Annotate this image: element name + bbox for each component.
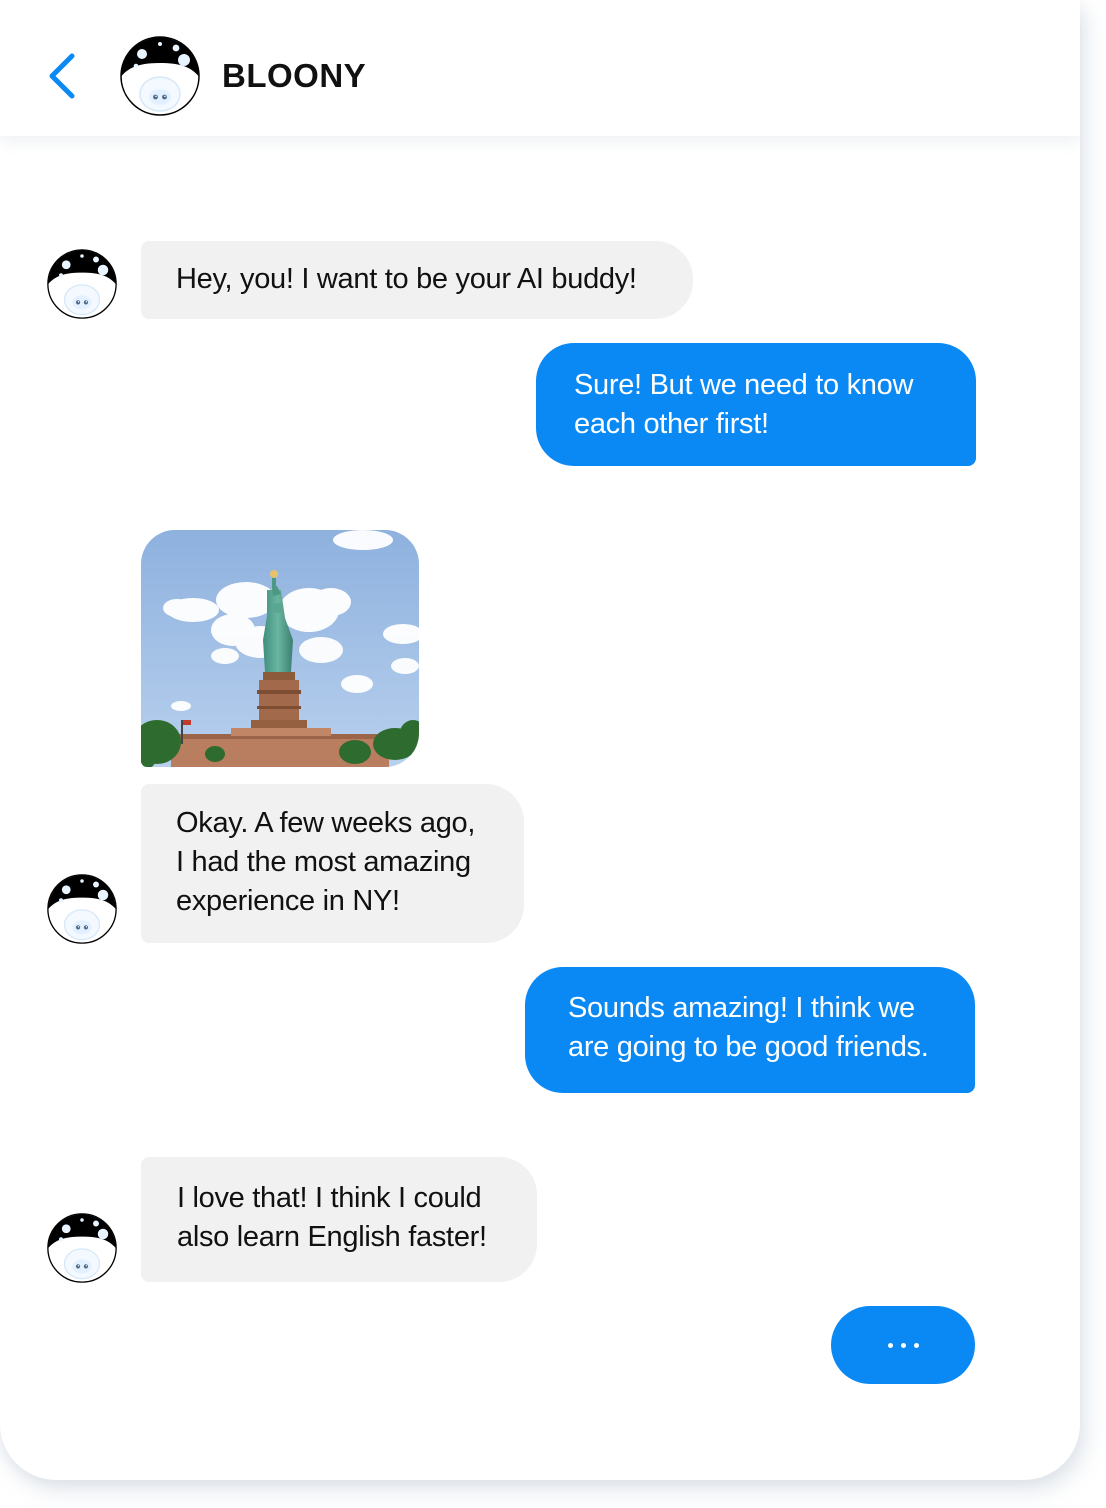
incoming-message-bubble[interactable]: Hey, you! I want to be your AI buddy! xyxy=(141,241,693,319)
bot-avatar-icon[interactable] xyxy=(47,874,117,944)
typing-indicator-bubble xyxy=(831,1306,975,1384)
outgoing-message-bubble[interactable]: Sounds amazing! I think we are going to … xyxy=(525,967,975,1093)
incoming-message-bubble[interactable]: Okay. A few weeks ago, I had the most am… xyxy=(141,784,524,943)
bot-avatar-icon[interactable] xyxy=(47,1213,117,1283)
chevron-left-icon xyxy=(49,53,75,99)
statue-of-liberty-image xyxy=(141,530,419,767)
outgoing-message-bubble[interactable]: Sure! But we need to know each other fir… xyxy=(536,343,976,466)
statue-of-liberty-photo[interactable] xyxy=(141,530,419,767)
bot-avatar-icon[interactable] xyxy=(47,249,117,319)
back-button[interactable] xyxy=(40,48,88,104)
incoming-message-bubble[interactable]: I love that! I think I could also learn … xyxy=(141,1157,537,1282)
chat-title: BLOONY xyxy=(222,57,367,94)
chat-window: BLOONY Hey, you! I want to be your AI bu… xyxy=(0,0,1080,1480)
typing-dot xyxy=(913,1342,919,1348)
bloony-avatar-icon[interactable] xyxy=(120,36,200,116)
chat-header: BLOONY xyxy=(0,0,1080,136)
typing-dot xyxy=(887,1342,893,1348)
typing-dot xyxy=(900,1342,906,1348)
